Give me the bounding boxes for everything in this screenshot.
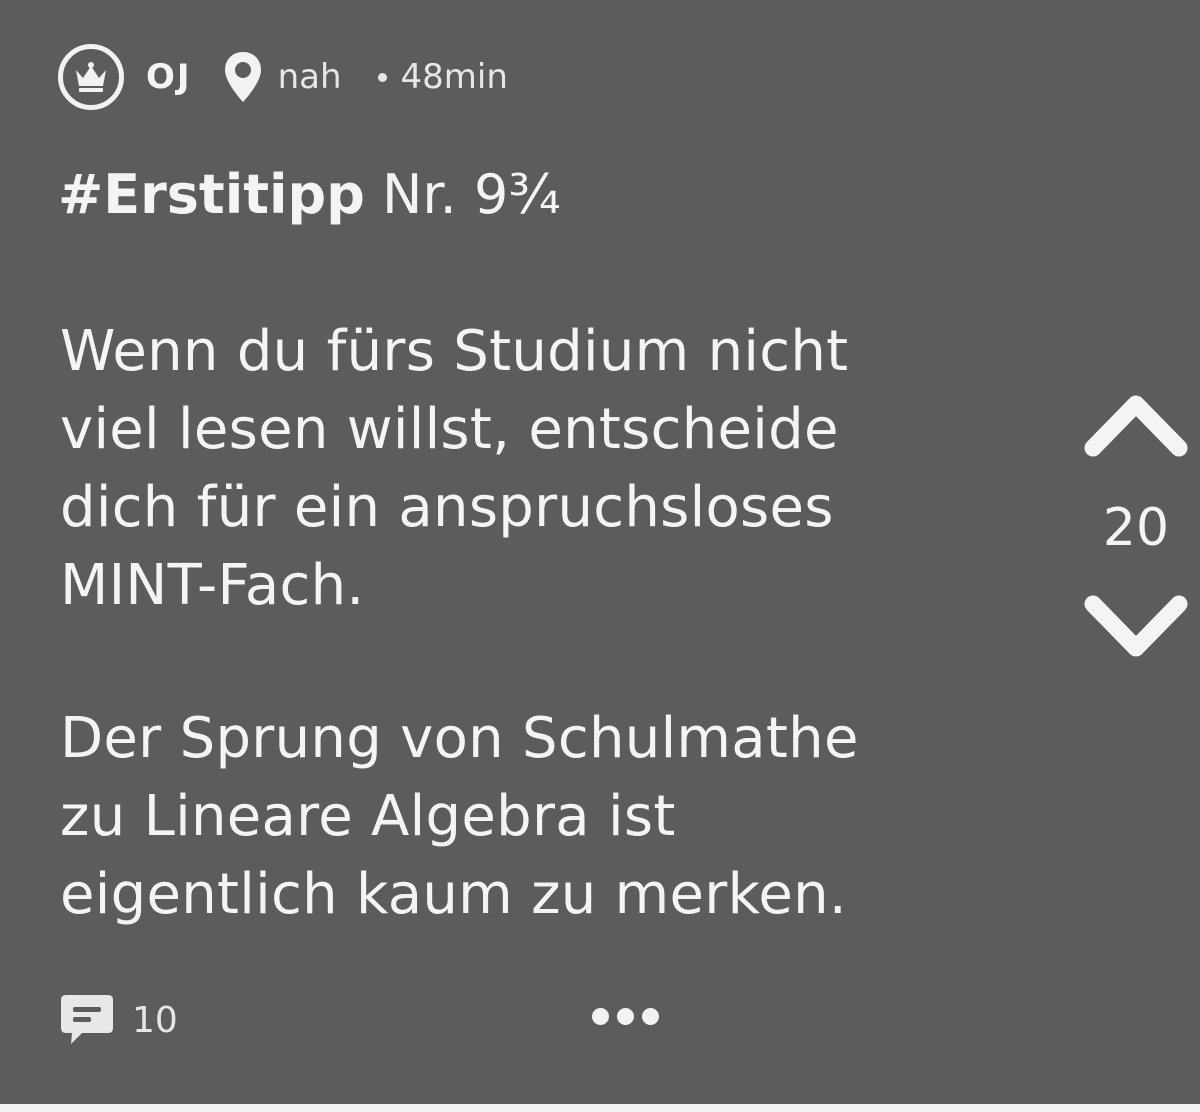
post-line: MINT-Fach. <box>60 553 365 618</box>
hashtag-link[interactable]: #Erstitipp <box>58 163 365 226</box>
comment-count: 10 <box>132 999 178 1041</box>
post-time: 48min <box>400 57 508 97</box>
dot <box>617 1008 634 1025</box>
dot <box>592 1008 609 1025</box>
location-label: nah <box>277 57 342 97</box>
author-name: OJ <box>146 57 192 97</box>
dot <box>642 1008 659 1025</box>
headline-text: Nr. 9¾ <box>364 163 561 226</box>
chevron-down-icon[interactable] <box>1083 594 1189 662</box>
post-paragraph-2: Der Sprung von Schulmathe zu Lineare Alg… <box>60 700 859 934</box>
vote-count: 20 <box>1102 498 1170 558</box>
comment-bubble-icon <box>61 995 113 1044</box>
post-line: viel lesen willst, entscheide <box>60 397 839 462</box>
comments-button[interactable]: 10 <box>58 985 178 1055</box>
author-badge[interactable] <box>58 44 124 110</box>
post-paragraph-1: Wenn du fürs Studium nicht viel lesen wi… <box>60 313 848 625</box>
chevron-up-icon[interactable] <box>1083 390 1189 458</box>
crown-icon <box>76 62 106 92</box>
meta-separator <box>377 72 387 82</box>
location-pin-icon <box>222 50 264 104</box>
vote-control: 20 <box>1080 390 1192 662</box>
post-line: zu Lineare Algebra ist <box>60 784 676 849</box>
post-line: Wenn du fürs Studium nicht <box>60 319 849 384</box>
post-line: Der Sprung von Schulmathe <box>60 706 859 771</box>
post-line: eigentlich kaum zu merken. <box>60 862 847 927</box>
more-dots-icon[interactable] <box>592 1008 659 1025</box>
post-headline: #Erstitipp Nr. 9¾ <box>58 160 561 230</box>
post-card[interactable]: OJ nah 48min #Erstitipp Nr. 9¾ Wenn du f… <box>0 0 1200 1104</box>
post-line: dich für ein anspruchsloses <box>60 475 834 540</box>
post-meta: OJ nah 48min <box>58 44 508 110</box>
